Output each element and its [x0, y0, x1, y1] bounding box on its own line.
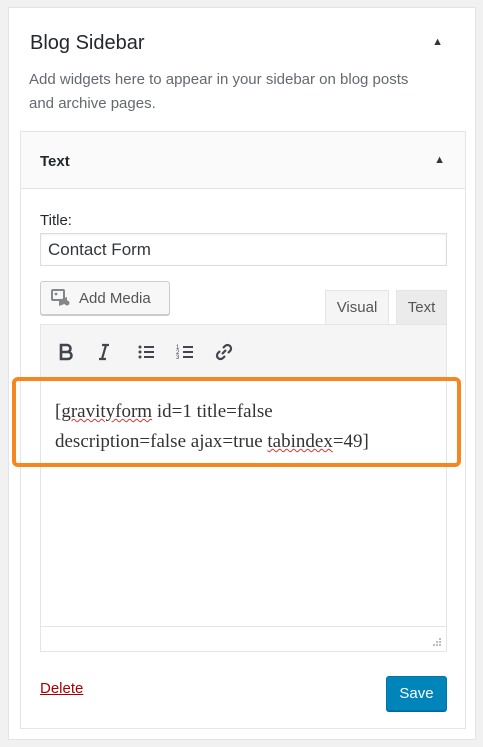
media-icon: [51, 289, 70, 306]
add-media-label: Add Media: [79, 289, 151, 307]
link-icon[interactable]: [211, 339, 237, 365]
widget-header[interactable]: Text ▲: [21, 132, 465, 189]
save-button[interactable]: Save: [386, 676, 447, 711]
delete-link[interactable]: Delete: [40, 680, 83, 697]
widget-title: Text: [40, 153, 70, 170]
shortcode-highlight-box: [12, 377, 461, 467]
svg-text:3: 3: [176, 355, 180, 361]
tab-visual[interactable]: Visual: [325, 290, 389, 324]
triangle-up-icon[interactable]: ▲: [434, 154, 445, 166]
resize-handle-icon[interactable]: [432, 637, 442, 647]
panel-description: Add widgets here to appear in your sideb…: [29, 71, 409, 112]
italic-icon[interactable]: [91, 339, 117, 365]
bulleted-list-icon[interactable]: [133, 339, 159, 365]
title-input[interactable]: Contact Form: [40, 233, 447, 266]
triangle-up-icon[interactable]: ▲: [432, 36, 443, 48]
bold-icon[interactable]: [53, 339, 79, 365]
blog-sidebar-panel: Blog Sidebar ▲ Add widgets here to appea…: [8, 7, 476, 740]
tab-text[interactable]: Text: [396, 290, 447, 324]
editor-statusbar: [41, 626, 446, 651]
rich-text-editor[interactable]: 1 2 3 [gravityform id=1 title=false desc…: [40, 324, 447, 652]
panel-title: Blog Sidebar: [30, 32, 145, 54]
numbered-list-icon[interactable]: 1 2 3: [172, 339, 198, 365]
add-media-button[interactable]: Add Media: [40, 281, 170, 315]
title-label: Title:: [40, 212, 72, 229]
editor-toolbar: 1 2 3: [41, 325, 446, 379]
